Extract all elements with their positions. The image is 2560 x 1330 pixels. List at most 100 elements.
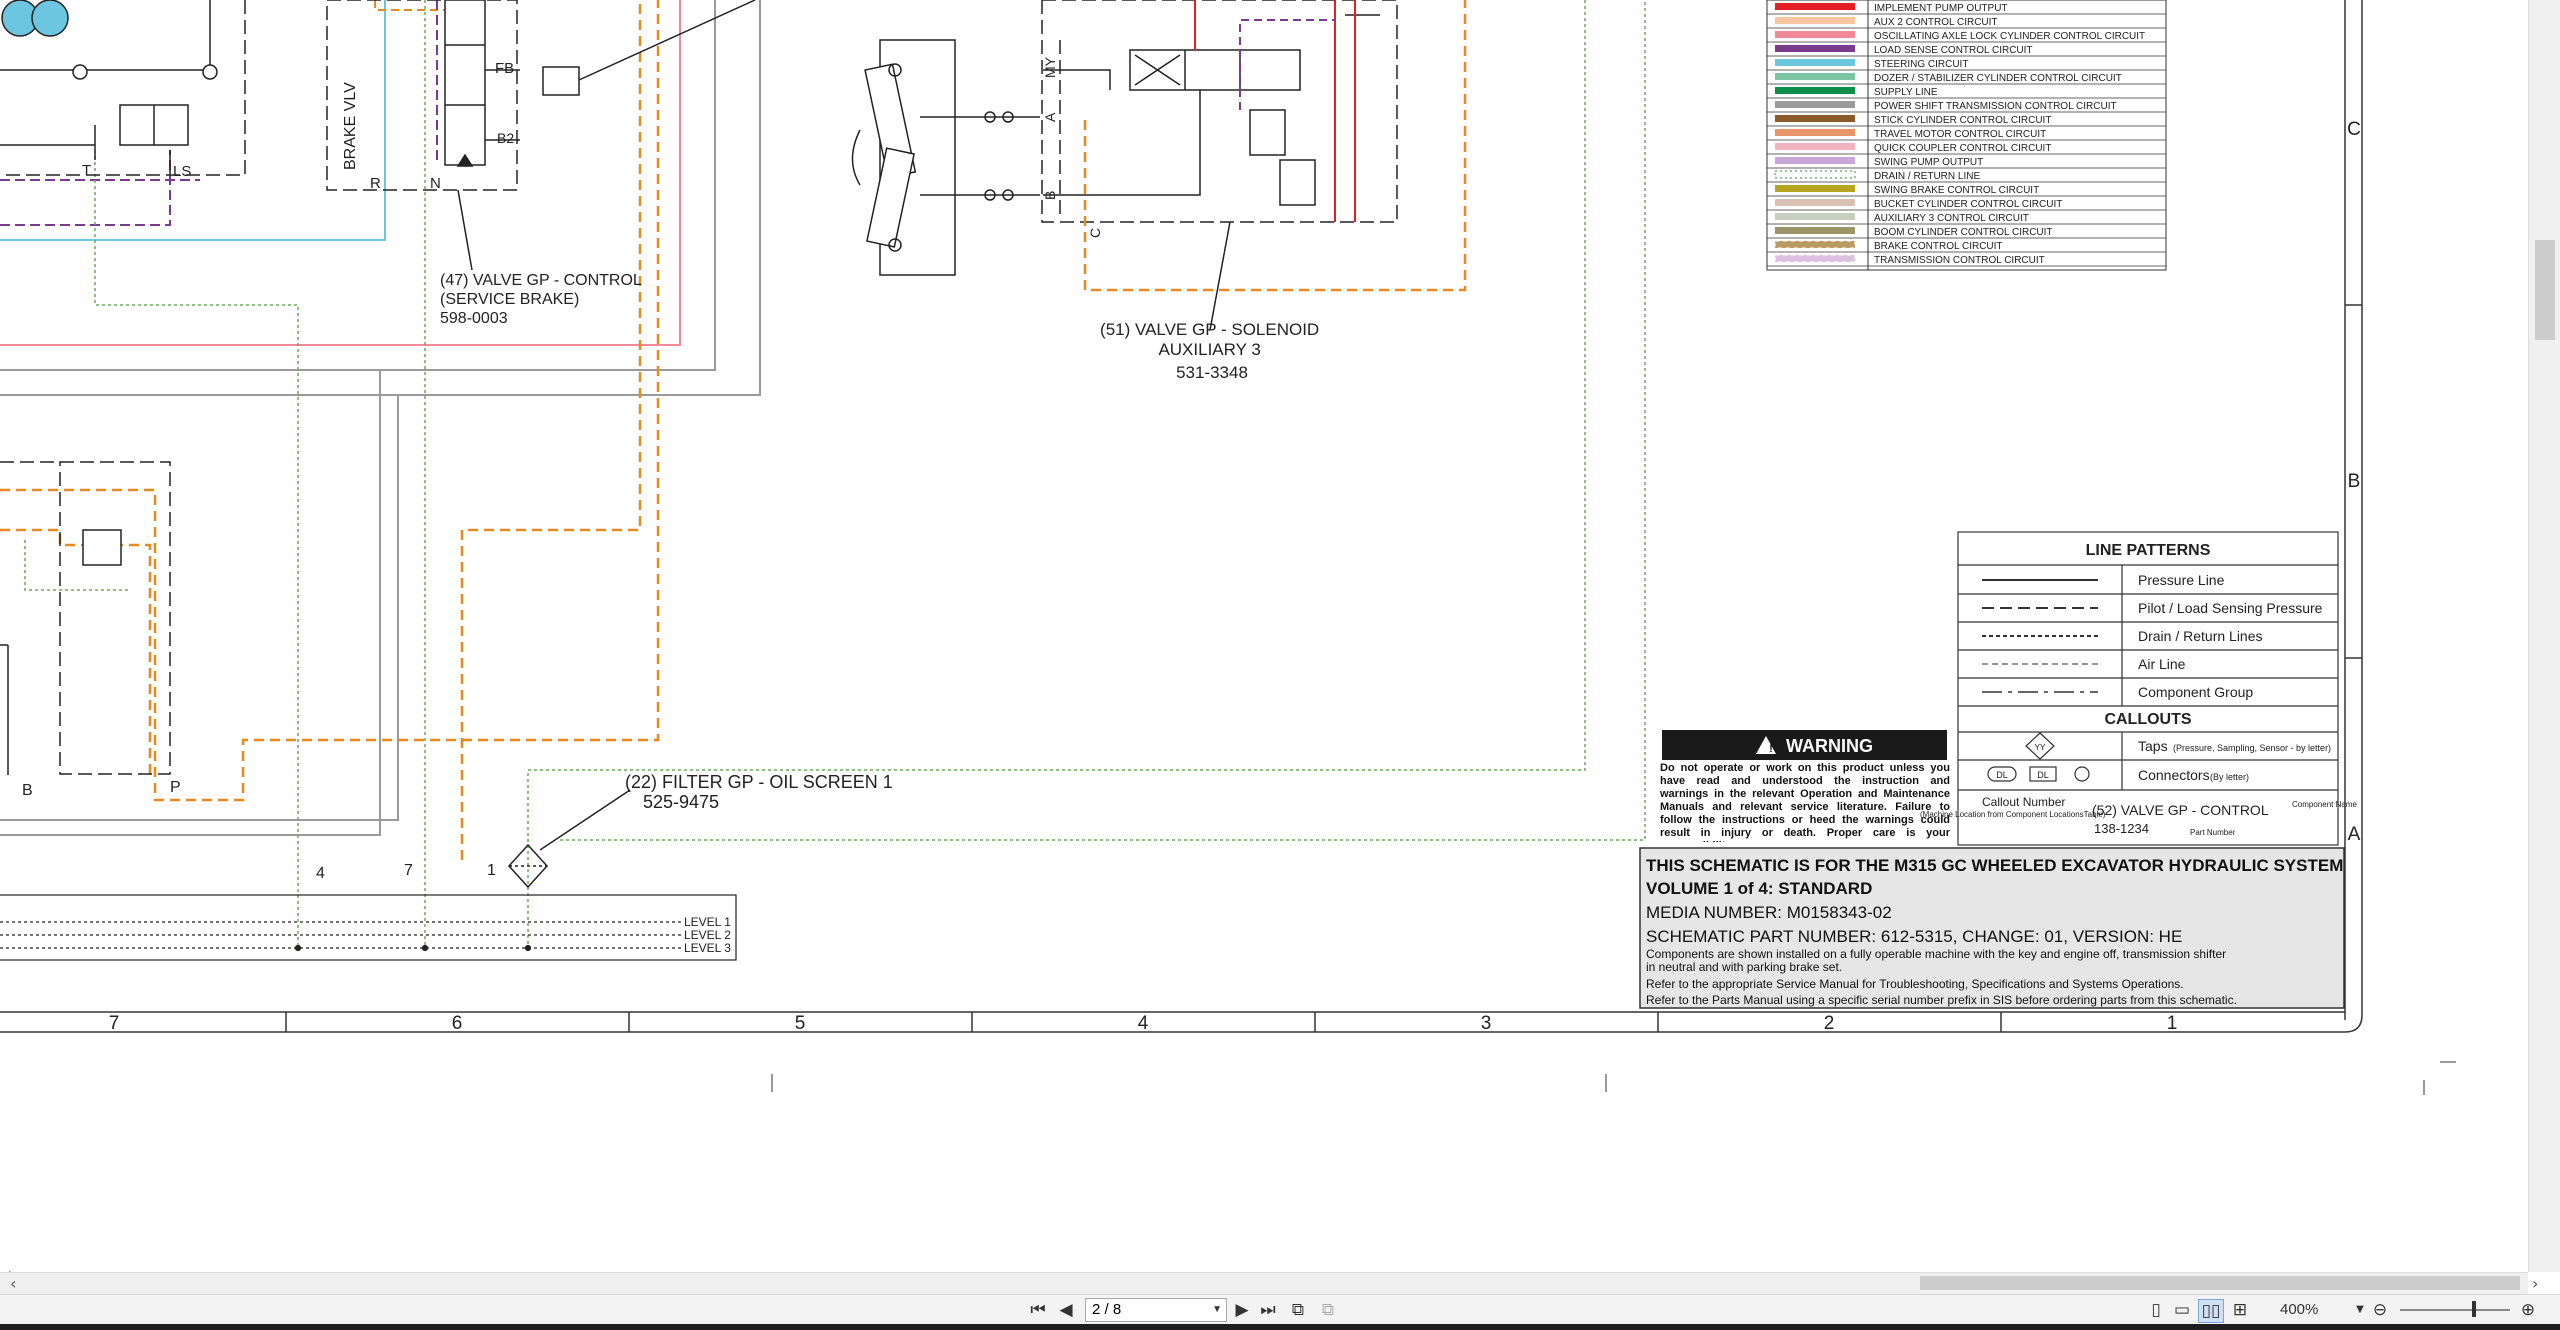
legend-label: LOAD SENSE CONTROL CIRCUIT (1874, 45, 2033, 56)
two-page-view-icon[interactable]: ▯▯ (2198, 1299, 2224, 1323)
grid-col-4: 4 (1138, 1013, 1149, 1034)
line-number-1: 1 (487, 862, 496, 879)
port-my-label: MY (1042, 56, 1058, 78)
legend-label: DRAIN / RETURN LINE (1874, 171, 1980, 182)
fit-view-icon[interactable]: ⊞ (2230, 1299, 2250, 1321)
pattern-pilot: Pilot / Load Sensing Pressure (2138, 600, 2323, 616)
zoom-slider-knob[interactable] (2472, 1301, 2476, 1317)
grid-row-a: A (2348, 824, 2361, 845)
connectors-label: Connectors (2138, 767, 2210, 783)
legend-label: AUXILIARY 3 CONTROL CIRCUIT (1874, 213, 2029, 224)
pattern-pressure: Pressure Line (2138, 572, 2225, 588)
next-page-icon[interactable]: ▶ (1232, 1299, 1252, 1321)
connector-symbol-b: DL (2037, 770, 2049, 780)
brake-valve-callout: (47) VALVE GP - CONTROL (SERVICE BRAKE) … (440, 272, 646, 327)
last-page-icon[interactable]: ⏭ (1258, 1299, 1278, 1321)
port-fb-label: FB (495, 60, 514, 77)
title-note-4: Refer to the Parts Manual using a specif… (1646, 993, 2237, 1007)
grid-col-1: 1 (2167, 1013, 2178, 1034)
tap-symbol-label: YY (2035, 743, 2046, 752)
legend-label: BUCKET CYLINDER CONTROL CIRCUIT (1874, 199, 2062, 210)
legend-label: OSCILLATING AXLE LOCK CYLINDER CONTROL C… (1874, 31, 2145, 42)
level-2-label: LEVEL 2 (684, 928, 731, 942)
lower-valve-group (0, 461, 171, 775)
port-n-label: N (430, 175, 441, 192)
level-box (0, 894, 737, 961)
legend-swatch (1775, 73, 1855, 80)
port-a-label: A (1042, 112, 1058, 122)
schematic-sheet: T LS BRAKE VLV R N FB B2 (47) VALVE GP -… (0, 0, 2456, 1095)
zoom-dropdown-icon[interactable]: ▼ (2352, 1299, 2368, 1321)
port-b2-label: B2 (497, 130, 514, 146)
legend-label: SWING PUMP OUTPUT (1874, 157, 1983, 168)
title-note-3: Refer to the appropriate Service Manual … (1646, 977, 2184, 991)
single-page-view-icon[interactable]: ▯ (2146, 1299, 2166, 1321)
grid-row-c: C (2347, 119, 2361, 140)
vertical-scrollbar[interactable] (2528, 0, 2560, 1272)
scroll-right-arrow-icon[interactable]: › (2532, 1274, 2538, 1293)
warning-text: Do not operate or work on this product u… (1660, 762, 1950, 842)
taps-note: (Pressure, Sampling, Sensor - by letter) (2173, 743, 2331, 753)
zoom-level[interactable]: 400% (2280, 1299, 2318, 1321)
grid-col-2: 2 (1824, 1013, 1835, 1034)
port-c-label: C (1087, 228, 1103, 238)
vertical-scroll-thumb[interactable] (2535, 240, 2555, 340)
media-number: MEDIA NUMBER: M0158343-02 (1646, 903, 1892, 922)
scroll-left-arrow-icon[interactable]: ‹ (10, 1274, 16, 1293)
connectors-note: (By letter) (2210, 772, 2249, 782)
viewer-toolbar: ⏮ ◀ 2 / 8 ▼ ▶ ⏭ ⧉ ⧉ ▯ ▭ ▯▯ ⊞ 400% ▼ ⊖ ⊕ (0, 1294, 2560, 1325)
connector-symbol-a: DL (1996, 770, 2008, 780)
legend-swatch (1775, 3, 1855, 10)
legend-label: STICK CYLINDER CONTROL CIRCUIT (1874, 115, 2051, 126)
legend-label: QUICK COUPLER CONTROL CIRCUIT (1874, 143, 2051, 154)
legend-swatch (1775, 31, 1855, 38)
page-dropdown-icon[interactable]: ▼ (1212, 1299, 1222, 1321)
filter-symbol (507, 789, 631, 889)
port-b-lower-label: B (22, 782, 33, 799)
line-patterns-title: LINE PATTERNS (2086, 542, 2211, 559)
hydraulic-lines (0, 0, 1646, 950)
horizontal-scroll-thumb[interactable] (1920, 1276, 2520, 1290)
horizontal-scrollbar[interactable] (0, 1272, 2528, 1295)
legend-label: TRAVEL MOTOR CONTROL CIRCUIT (1874, 129, 2046, 140)
schematic-part-number: SCHEMATIC PART NUMBER: 612-5315, CHANGE:… (1646, 927, 2182, 946)
cylinder-symbol (851, 39, 1040, 276)
legend-label: SWING BRAKE CONTROL CIRCUIT (1874, 185, 2039, 196)
svg-text:!: ! (1769, 743, 1773, 755)
legend-swatch (1775, 59, 1855, 66)
page-number-input[interactable]: 2 / 8 ▼ (1085, 1298, 1227, 1322)
brake-valve-symbol (326, 0, 756, 271)
callouts-title: CALLOUTS (2104, 711, 2191, 728)
callout-example: (52) VALVE GP - CONTROL (2092, 802, 2269, 818)
level-1-label: LEVEL 1 (684, 915, 731, 929)
copy-page-icon[interactable]: ⧉ (1286, 1299, 1310, 1321)
title-note-2: in neutral and with parking brake set. (1646, 960, 1842, 974)
grid-row-b: B (2348, 471, 2361, 492)
legend-label: SUPPLY LINE (1874, 87, 1938, 98)
legend-swatch (1774, 254, 1856, 263)
zoom-slider[interactable] (2400, 1309, 2510, 1311)
taskbar-strip (0, 1324, 2560, 1330)
legend-swatch (1775, 101, 1855, 108)
legend-swatch (1775, 157, 1855, 164)
legend-label: STEERING CIRCUIT (1874, 59, 1968, 70)
level-3-label: LEVEL 3 (684, 941, 731, 955)
brake-vlv-label: BRAKE VLV (342, 82, 359, 170)
pattern-air: Air Line (2138, 656, 2186, 672)
pump-group (0, 0, 246, 176)
legend-swatch (1775, 185, 1855, 192)
zoom-in-icon[interactable]: ⊕ (2518, 1299, 2538, 1321)
filter-callout: (22) FILTER GP - OIL SCREEN 1 525-9475 (625, 772, 898, 812)
zoom-out-icon[interactable]: ⊖ (2370, 1299, 2390, 1321)
continuous-view-icon[interactable]: ▭ (2172, 1299, 2192, 1321)
first-page-icon[interactable]: ⏮ (1028, 1299, 1048, 1321)
port-r-label: R (370, 175, 381, 192)
pattern-component-group: Component Group (2138, 684, 2253, 700)
callout-example-pn: 138-1234 (2094, 821, 2149, 836)
paste-page-icon[interactable]: ⧉ (1316, 1299, 1340, 1321)
solenoid-valve-callout: (51) VALVE GP - SOLENOID AUXILIARY 3 531… (1100, 320, 1324, 382)
grid-col-7: 7 (109, 1013, 120, 1034)
document-viewport[interactable]: T LS BRAKE VLV R N FB B2 (47) VALVE GP -… (0, 0, 2528, 1272)
prev-page-icon[interactable]: ◀ (1056, 1299, 1076, 1321)
legend-label: POWER SHIFT TRANSMISSION CONTROL CIRCUIT (1874, 101, 2117, 112)
